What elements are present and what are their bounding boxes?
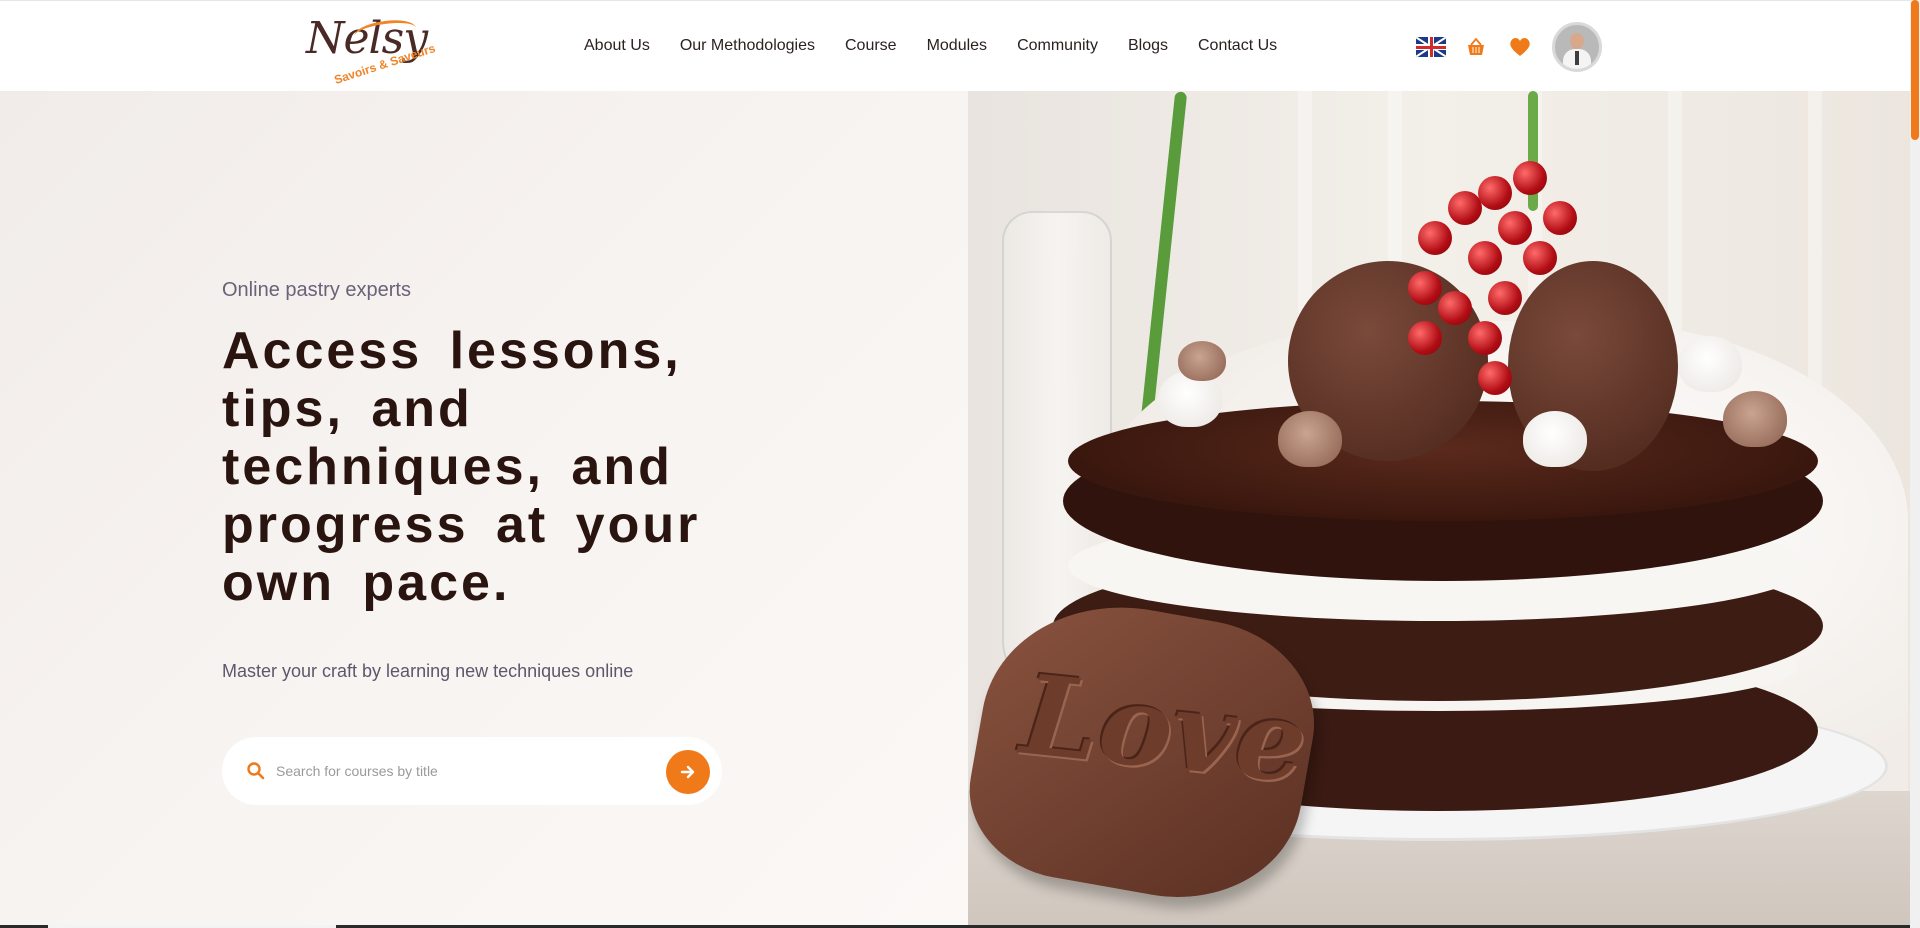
main-nav: About Us Our Methodologies Course Module… <box>584 37 1307 55</box>
search-submit-button[interactable] <box>666 750 710 794</box>
nav-item-community[interactable]: Community <box>1017 37 1098 55</box>
nav-item-blogs[interactable]: Blogs <box>1128 37 1168 55</box>
heart-icon[interactable] <box>1506 33 1534 61</box>
avatar[interactable] <box>1552 22 1602 72</box>
scrollbar-thumb[interactable] <box>1911 0 1919 140</box>
hero-subline: Master your craft by learning new techni… <box>222 661 634 681</box>
nav-item-our-methodologies[interactable]: Our Methodologies <box>680 37 815 55</box>
nav-item-contact-us[interactable]: Contact Us <box>1198 37 1277 55</box>
hero-headline: Access lessons, tips, and techniques, an… <box>222 322 701 612</box>
love-text: Love <box>1016 649 1313 808</box>
hero-eyebrow: Online pastry experts <box>222 279 411 301</box>
search-icon <box>246 761 266 781</box>
arrow-right-icon <box>680 765 695 779</box>
page: Nelsy Savoirs & Saveurs About Us Our Met… <box>0 0 1920 928</box>
hero-cake-image: Love <box>968 91 1910 928</box>
site-header: Nelsy Savoirs & Saveurs About Us Our Met… <box>0 0 1910 91</box>
nav-item-course[interactable]: Course <box>845 37 897 55</box>
basket-icon[interactable] <box>1462 33 1490 61</box>
search-input[interactable] <box>276 755 666 787</box>
course-search-bar <box>222 737 722 805</box>
nav-item-modules[interactable]: Modules <box>927 37 987 55</box>
brand-logo[interactable]: Nelsy Savoirs & Saveurs <box>304 13 437 87</box>
header-actions <box>1416 22 1602 72</box>
uk-flag-icon[interactable] <box>1416 37 1446 57</box>
nav-item-about-us[interactable]: About Us <box>584 37 650 55</box>
